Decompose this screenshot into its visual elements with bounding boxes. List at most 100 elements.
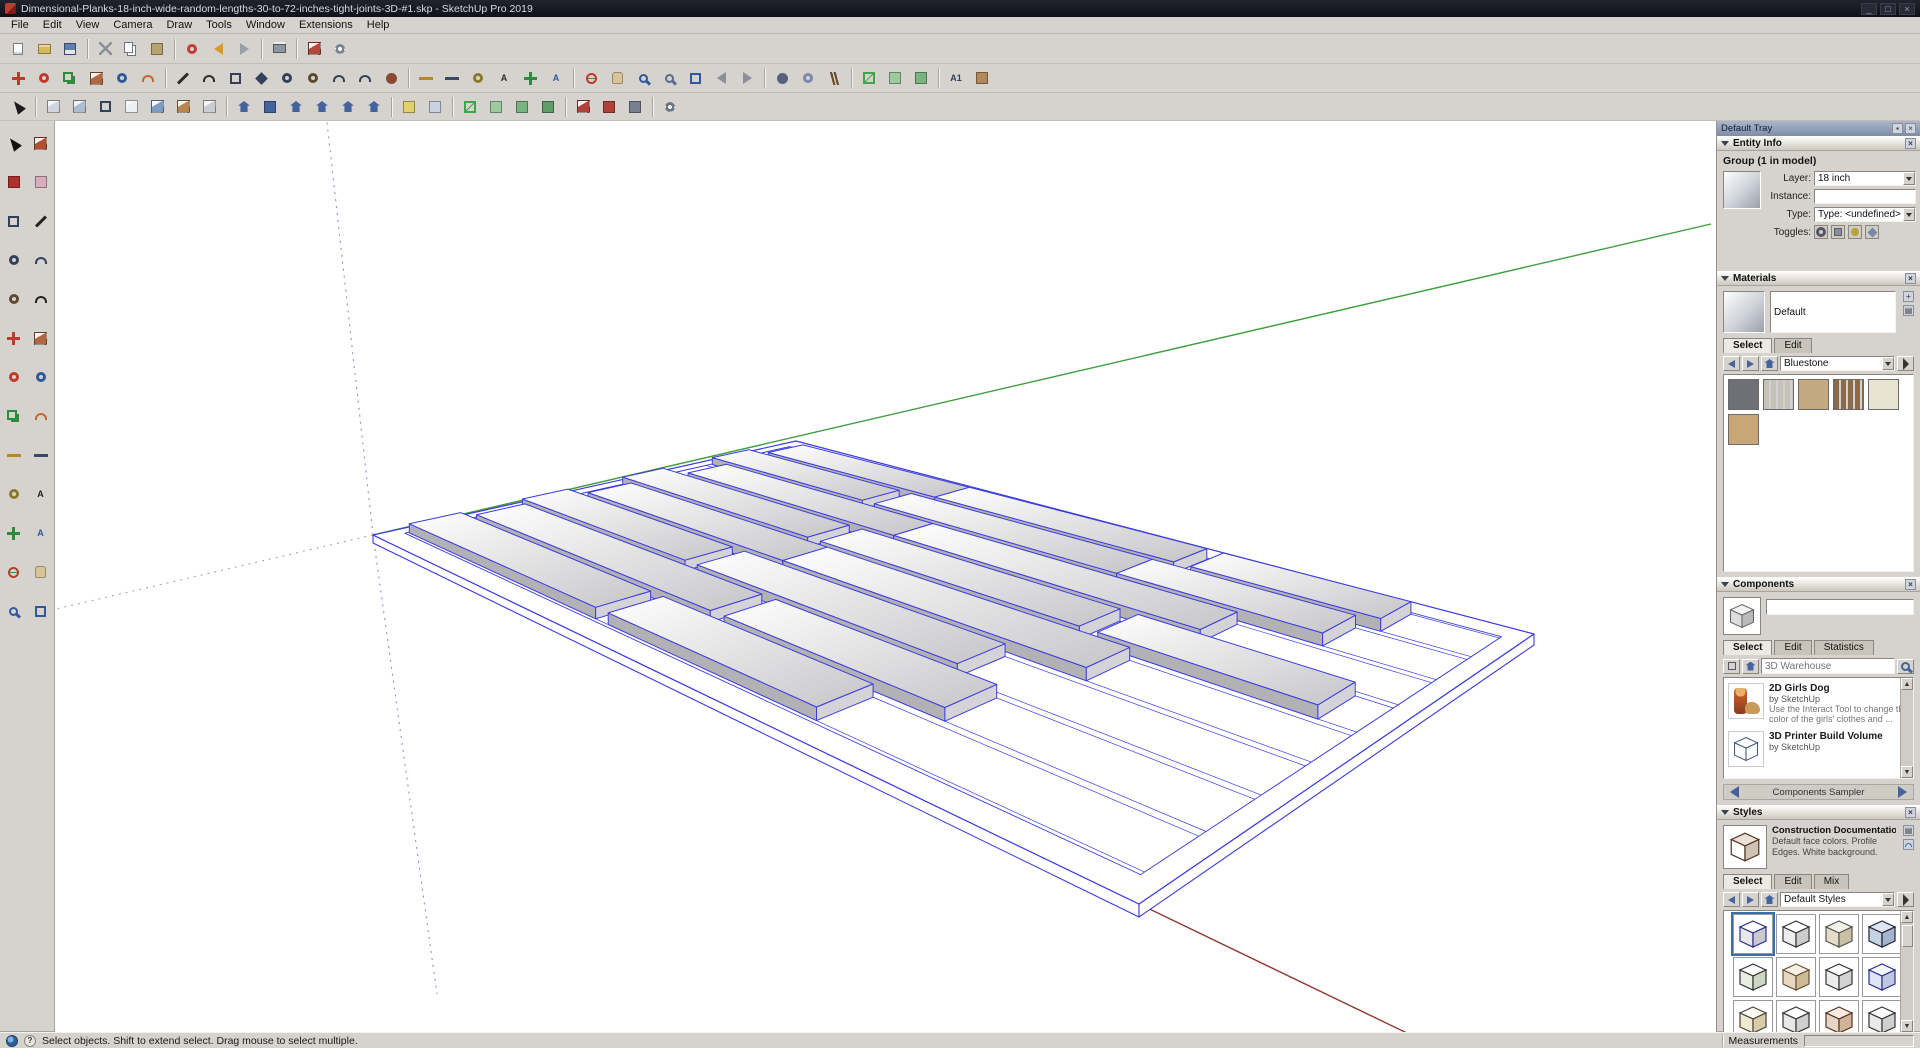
material-preview[interactable] xyxy=(1723,291,1765,333)
material-swatch-limestone[interactable] xyxy=(1868,379,1899,410)
undo-icon[interactable] xyxy=(205,37,231,61)
walk-icon[interactable] xyxy=(821,66,847,90)
menu-window[interactable]: Window xyxy=(239,18,292,32)
follow-me-icon[interactable] xyxy=(28,364,54,390)
cut-icon[interactable] xyxy=(92,37,118,61)
previous-view-icon[interactable] xyxy=(708,66,734,90)
refresh-style-icon[interactable] xyxy=(1903,839,1914,850)
forward-arrow-icon[interactable] xyxy=(1742,892,1759,907)
right-view-icon[interactable] xyxy=(309,95,335,119)
cast-shadows-toggle-icon[interactable] xyxy=(1848,225,1862,239)
style-thumbnail-default-style[interactable] xyxy=(1776,914,1816,954)
styles-collection-combo[interactable]: Default Styles xyxy=(1780,892,1895,907)
entity-info-close-icon[interactable]: × xyxy=(1905,138,1916,149)
forward-arrow-icon[interactable] xyxy=(1742,356,1759,371)
follow-me-icon[interactable] xyxy=(109,66,135,90)
freehand-icon[interactable] xyxy=(28,286,54,312)
zoom-icon[interactable] xyxy=(1,598,27,624)
zoom-icon[interactable] xyxy=(630,66,656,90)
left-view-icon[interactable] xyxy=(361,95,387,119)
look-around-icon[interactable] xyxy=(795,66,821,90)
circle-icon[interactable] xyxy=(274,66,300,90)
style-thumbnail-hidden-line[interactable] xyxy=(1819,957,1859,997)
tab-edit[interactable]: Edit xyxy=(1774,640,1811,655)
fog-icon[interactable] xyxy=(422,95,448,119)
polygon-icon[interactable] xyxy=(1,286,27,312)
create-material-button[interactable]: + xyxy=(1903,291,1914,302)
style-thumbnail-tan-sky[interactable] xyxy=(1776,957,1816,997)
new-file-icon[interactable] xyxy=(5,37,31,61)
3d-text-icon[interactable]: A xyxy=(543,66,569,90)
tape-measure-icon[interactable] xyxy=(413,66,439,90)
close-button[interactable]: × xyxy=(1899,3,1915,15)
style-thumbnail-clay[interactable] xyxy=(1819,1000,1859,1032)
component-thumbnail[interactable] xyxy=(1728,731,1764,767)
dropdown-arrow-icon[interactable] xyxy=(1903,208,1915,221)
tab-select[interactable]: Select xyxy=(1723,640,1772,655)
menu-view[interactable]: View xyxy=(69,18,107,32)
hidden-toggle-icon[interactable] xyxy=(1814,225,1828,239)
components-scrollbar[interactable]: ▲ ▼ xyxy=(1900,678,1913,778)
dropdown-arrow-icon[interactable] xyxy=(1882,357,1894,370)
locked-toggle-icon[interactable] xyxy=(1831,225,1845,239)
search-icon[interactable] xyxy=(1897,659,1914,674)
tab-statistics[interactable]: Statistics xyxy=(1814,640,1874,655)
text-icon[interactable]: A xyxy=(491,66,517,90)
secondary-pane-button[interactable]: ▤ xyxy=(1903,825,1914,836)
orbit-icon[interactable] xyxy=(578,66,604,90)
material-swatch-sandstone[interactable] xyxy=(1798,379,1829,410)
paste-icon[interactable] xyxy=(144,37,170,61)
back-view-icon[interactable] xyxy=(335,95,361,119)
view-options-icon[interactable] xyxy=(1723,659,1740,674)
receive-shadows-toggle-icon[interactable] xyxy=(1865,225,1879,239)
scroll-up-icon[interactable]: ▲ xyxy=(1901,911,1913,923)
measurements-box[interactable] xyxy=(1804,1035,1914,1047)
rotate-icon[interactable] xyxy=(31,66,57,90)
copy-icon[interactable] xyxy=(118,37,144,61)
shaded-icon[interactable] xyxy=(144,95,170,119)
component-list-item[interactable]: 2D Girls Dog by SketchUp Use the Interac… xyxy=(1726,680,1911,728)
tab-edit[interactable]: Edit xyxy=(1774,338,1811,353)
scrollbar-thumb[interactable] xyxy=(1902,925,1913,947)
back-arrow-icon[interactable] xyxy=(1723,892,1740,907)
style-thumbnail-sketchy[interactable] xyxy=(1733,1000,1773,1032)
tray-close-icon[interactable]: × xyxy=(1905,123,1916,134)
section-plane-tool-icon[interactable] xyxy=(457,95,483,119)
style-thumbnail-shaded-white[interactable] xyxy=(1776,1000,1816,1032)
materials-close-icon[interactable]: × xyxy=(1905,273,1916,284)
geolocation-icon[interactable] xyxy=(6,1035,18,1047)
paint-bucket-icon[interactable] xyxy=(1,169,27,195)
tab-select[interactable]: Select xyxy=(1723,338,1772,353)
photo-match-icon[interactable] xyxy=(969,66,995,90)
secondary-pane-button[interactable]: ▤ xyxy=(1903,305,1914,316)
component-list-item[interactable]: 3D Printer Build Volume by SketchUp xyxy=(1726,728,1911,770)
style-thumbnail-earthtone[interactable] xyxy=(1819,914,1859,954)
pie-icon[interactable] xyxy=(378,66,404,90)
monochrome-icon[interactable] xyxy=(196,95,222,119)
scroll-up-icon[interactable]: ▲ xyxy=(1901,678,1913,690)
zoom-window-icon[interactable] xyxy=(656,66,682,90)
section-cuts-toggle-icon[interactable] xyxy=(509,95,535,119)
iso-view-icon[interactable] xyxy=(231,95,257,119)
rotate-icon[interactable] xyxy=(1,364,27,390)
material-swatch-bluestone-dark[interactable] xyxy=(1728,379,1759,410)
menu-tools[interactable]: Tools xyxy=(199,18,239,32)
push-pull-icon[interactable] xyxy=(28,325,54,351)
component-thumbnail[interactable] xyxy=(1728,683,1764,719)
move-icon[interactable] xyxy=(1,325,27,351)
style-thumbnail-green-ground[interactable] xyxy=(1733,957,1773,997)
pan-icon[interactable] xyxy=(28,559,54,585)
menu-edit[interactable]: Edit xyxy=(36,18,69,32)
display-section-planes-icon[interactable] xyxy=(882,66,908,90)
freehand-icon[interactable] xyxy=(196,66,222,90)
home-icon[interactable] xyxy=(1761,892,1778,907)
scale-icon[interactable] xyxy=(57,66,83,90)
maximize-button[interactable]: □ xyxy=(1880,3,1896,15)
material-name-field[interactable]: Default xyxy=(1770,291,1896,333)
offset-icon[interactable] xyxy=(28,403,54,429)
arc-tool-icon[interactable] xyxy=(326,66,352,90)
instance-field[interactable] xyxy=(1814,189,1916,204)
push-pull-icon[interactable] xyxy=(83,66,109,90)
erase-icon[interactable] xyxy=(179,37,205,61)
menu-camera[interactable]: Camera xyxy=(106,18,159,32)
